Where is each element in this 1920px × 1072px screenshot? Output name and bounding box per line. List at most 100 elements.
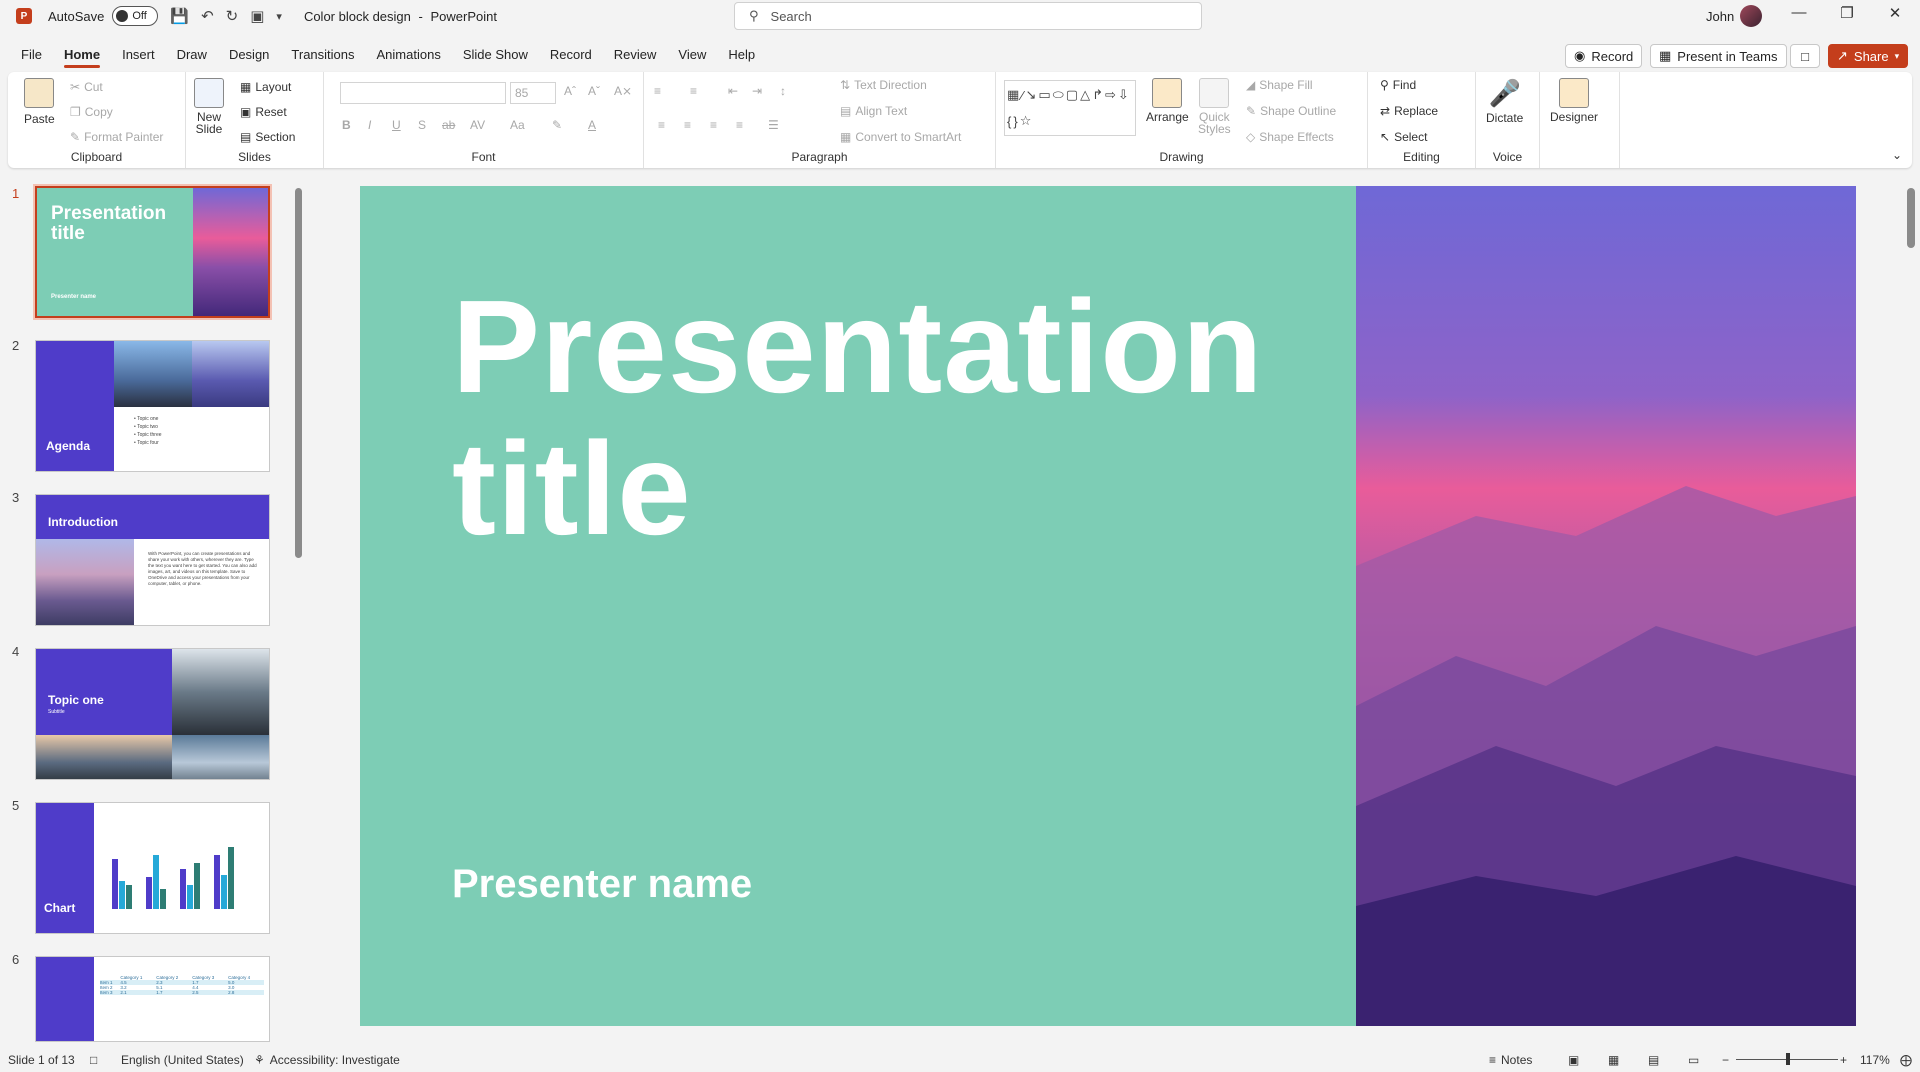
paste-button[interactable]: Paste	[24, 78, 55, 126]
zoom-slider-thumb[interactable]	[1786, 1053, 1790, 1065]
shape-outline-button[interactable]: ✎ Shape Outline	[1246, 104, 1336, 118]
slide-thumbnail-6[interactable]: Category 1 Category 2 Category 3 Category 4…	[35, 956, 270, 1042]
scrollbar-thumb[interactable]	[1907, 188, 1915, 248]
text-direction-button[interactable]: ⇅ Text Direction	[840, 78, 927, 92]
close-icon[interactable]: ✕	[1872, 4, 1918, 22]
bullets-icon[interactable]: ≡	[654, 84, 661, 98]
present-in-teams-button[interactable]: ▦ Present in Teams	[1650, 44, 1787, 68]
decrease-indent-icon[interactable]: ⇤	[728, 84, 738, 98]
tab-file[interactable]: File	[10, 40, 53, 70]
slide-thumbnail-1[interactable]: Presentation title Presenter name	[33, 184, 272, 320]
font-color-button[interactable]: A	[588, 118, 596, 132]
tab-slide-show[interactable]: Slide Show	[452, 40, 539, 70]
zoom-in-icon[interactable]: +	[1840, 1053, 1847, 1067]
customize-qat-icon[interactable]: ▾	[276, 10, 282, 23]
arrange-button[interactable]: Arrange	[1146, 78, 1189, 124]
normal-view-icon[interactable]: ▣	[1568, 1053, 1579, 1067]
redo-icon[interactable]: ↻	[226, 7, 239, 25]
align-left-icon[interactable]: ≡	[658, 118, 665, 132]
shape-effects-button[interactable]: ◇ Shape Effects	[1246, 130, 1334, 144]
avatar[interactable]	[1740, 5, 1762, 27]
change-case-button[interactable]: Aa	[510, 118, 525, 132]
slide-thumbnail-5[interactable]: Chart	[35, 802, 270, 934]
format-painter-button[interactable]: ✎ Format Painter	[70, 130, 163, 144]
accessibility-button[interactable]: ⚘ Accessibility: Investigate	[254, 1053, 400, 1067]
numbering-icon[interactable]: ≡	[690, 84, 697, 98]
autosave-toggle[interactable]: Off	[112, 6, 159, 26]
reset-button[interactable]: ▣ Reset	[240, 105, 287, 119]
tab-draw[interactable]: Draw	[166, 40, 218, 70]
columns-icon[interactable]: ☰	[768, 118, 779, 132]
slide-presenter-name[interactable]: Presenter name	[452, 862, 752, 907]
thumbnail-scrollbar[interactable]	[294, 176, 304, 1044]
convert-smartart-button[interactable]: ▦ Convert to SmartArt	[840, 130, 961, 144]
find-button[interactable]: ⚲ Find	[1380, 78, 1416, 92]
increase-indent-icon[interactable]: ⇥	[752, 84, 762, 98]
editor-scrollbar[interactable]	[1904, 176, 1918, 1044]
scrollbar-thumb[interactable]	[295, 188, 302, 558]
zoom-level[interactable]: 117%	[1860, 1053, 1890, 1067]
align-center-icon[interactable]: ≡	[684, 118, 691, 132]
new-slide-button[interactable]: New Slide	[194, 78, 224, 136]
tab-design[interactable]: Design	[218, 40, 280, 70]
underline-button[interactable]: U	[392, 118, 401, 132]
character-spacing-button[interactable]: AV	[470, 118, 485, 132]
clear-format-icon[interactable]: A⨯	[614, 84, 632, 98]
share-button[interactable]: ↗ Share ▾	[1828, 44, 1909, 68]
reading-view-icon[interactable]: ▤	[1648, 1053, 1659, 1067]
shape-fill-button[interactable]: ◢ Shape Fill	[1246, 78, 1313, 92]
slide-title[interactable]: Presentation title	[452, 276, 1312, 560]
slide-canvas[interactable]: Presentation title Presenter name	[360, 186, 1856, 1026]
minimize-icon[interactable]: —	[1776, 4, 1822, 21]
font-increase-icon[interactable]: Aˆ	[564, 84, 576, 98]
record-button[interactable]: ◉ Record	[1565, 44, 1643, 68]
collapse-ribbon-icon[interactable]: ⌄	[1892, 148, 1902, 162]
slide-thumbnail-3[interactable]: Introduction With PowerPoint, you can cr…	[35, 494, 270, 626]
user-name[interactable]: John	[1706, 9, 1734, 24]
tab-view[interactable]: View	[667, 40, 717, 70]
copy-button[interactable]: ❐ Copy	[70, 105, 113, 119]
fit-slide-icon[interactable]: ⨁	[1900, 1053, 1912, 1067]
restore-icon[interactable]: ❐	[1824, 4, 1870, 22]
font-decrease-icon[interactable]: Aˇ	[588, 84, 600, 98]
designer-button[interactable]: Designer	[1550, 78, 1598, 124]
present-from-start-icon[interactable]: ▣	[250, 7, 264, 25]
select-button[interactable]: ↖ Select	[1380, 130, 1427, 144]
justify-icon[interactable]: ≡	[736, 118, 743, 132]
align-text-button[interactable]: ▤ Align Text	[840, 104, 907, 118]
undo-icon[interactable]: ↶	[201, 7, 214, 25]
replace-button[interactable]: ⇄ Replace	[1380, 104, 1438, 118]
tab-insert[interactable]: Insert	[111, 40, 166, 70]
layout-button[interactable]: ▦ Layout	[240, 80, 291, 94]
notes-button[interactable]: ≡ Notes	[1489, 1053, 1532, 1067]
tab-help[interactable]: Help	[717, 40, 766, 70]
tab-record[interactable]: Record	[539, 40, 603, 70]
slide-thumbnail-4[interactable]: Topic one Subtitle	[35, 648, 270, 780]
shadow-button[interactable]: S	[418, 118, 426, 132]
slide-mountain-image[interactable]	[1356, 186, 1856, 1026]
tab-animations[interactable]: Animations	[366, 40, 452, 70]
strikethrough-button[interactable]: ab	[442, 118, 455, 132]
italic-button[interactable]: I	[368, 118, 371, 132]
tab-home[interactable]: Home	[53, 40, 111, 70]
dictate-button[interactable]: 🎤 Dictate	[1486, 78, 1523, 125]
quick-styles-button[interactable]: Quick Styles	[1198, 78, 1231, 136]
highlight-icon[interactable]: ✎	[552, 118, 562, 132]
language-indicator[interactable]: English (United States)	[121, 1053, 244, 1067]
line-spacing-icon[interactable]: ↕	[780, 84, 786, 98]
comments-button[interactable]: □	[1790, 44, 1820, 68]
save-icon[interactable]: 💾	[170, 7, 189, 25]
slide-sorter-icon[interactable]: ▦	[1608, 1053, 1619, 1067]
search-box[interactable]: ⚲ Search	[734, 2, 1202, 30]
font-name-select[interactable]	[340, 82, 506, 104]
slide-thumbnail-2[interactable]: Agenda • Topic one • Topic two • Topic t…	[35, 340, 270, 472]
cut-button[interactable]: ✂ Cut	[70, 80, 103, 94]
shapes-gallery[interactable]: ▦ ∕ ↘ ▭ ⬭ ▢ △ ↱ ⇨ ⇩ {} ☆	[1004, 80, 1136, 136]
bold-button[interactable]: B	[342, 118, 351, 132]
tab-review[interactable]: Review	[603, 40, 668, 70]
align-right-icon[interactable]: ≡	[710, 118, 717, 132]
font-size-select[interactable]: 85	[510, 82, 556, 104]
zoom-out-icon[interactable]: −	[1722, 1053, 1729, 1067]
section-button[interactable]: ▤ Section	[240, 130, 295, 144]
tab-transitions[interactable]: Transitions	[280, 40, 365, 70]
